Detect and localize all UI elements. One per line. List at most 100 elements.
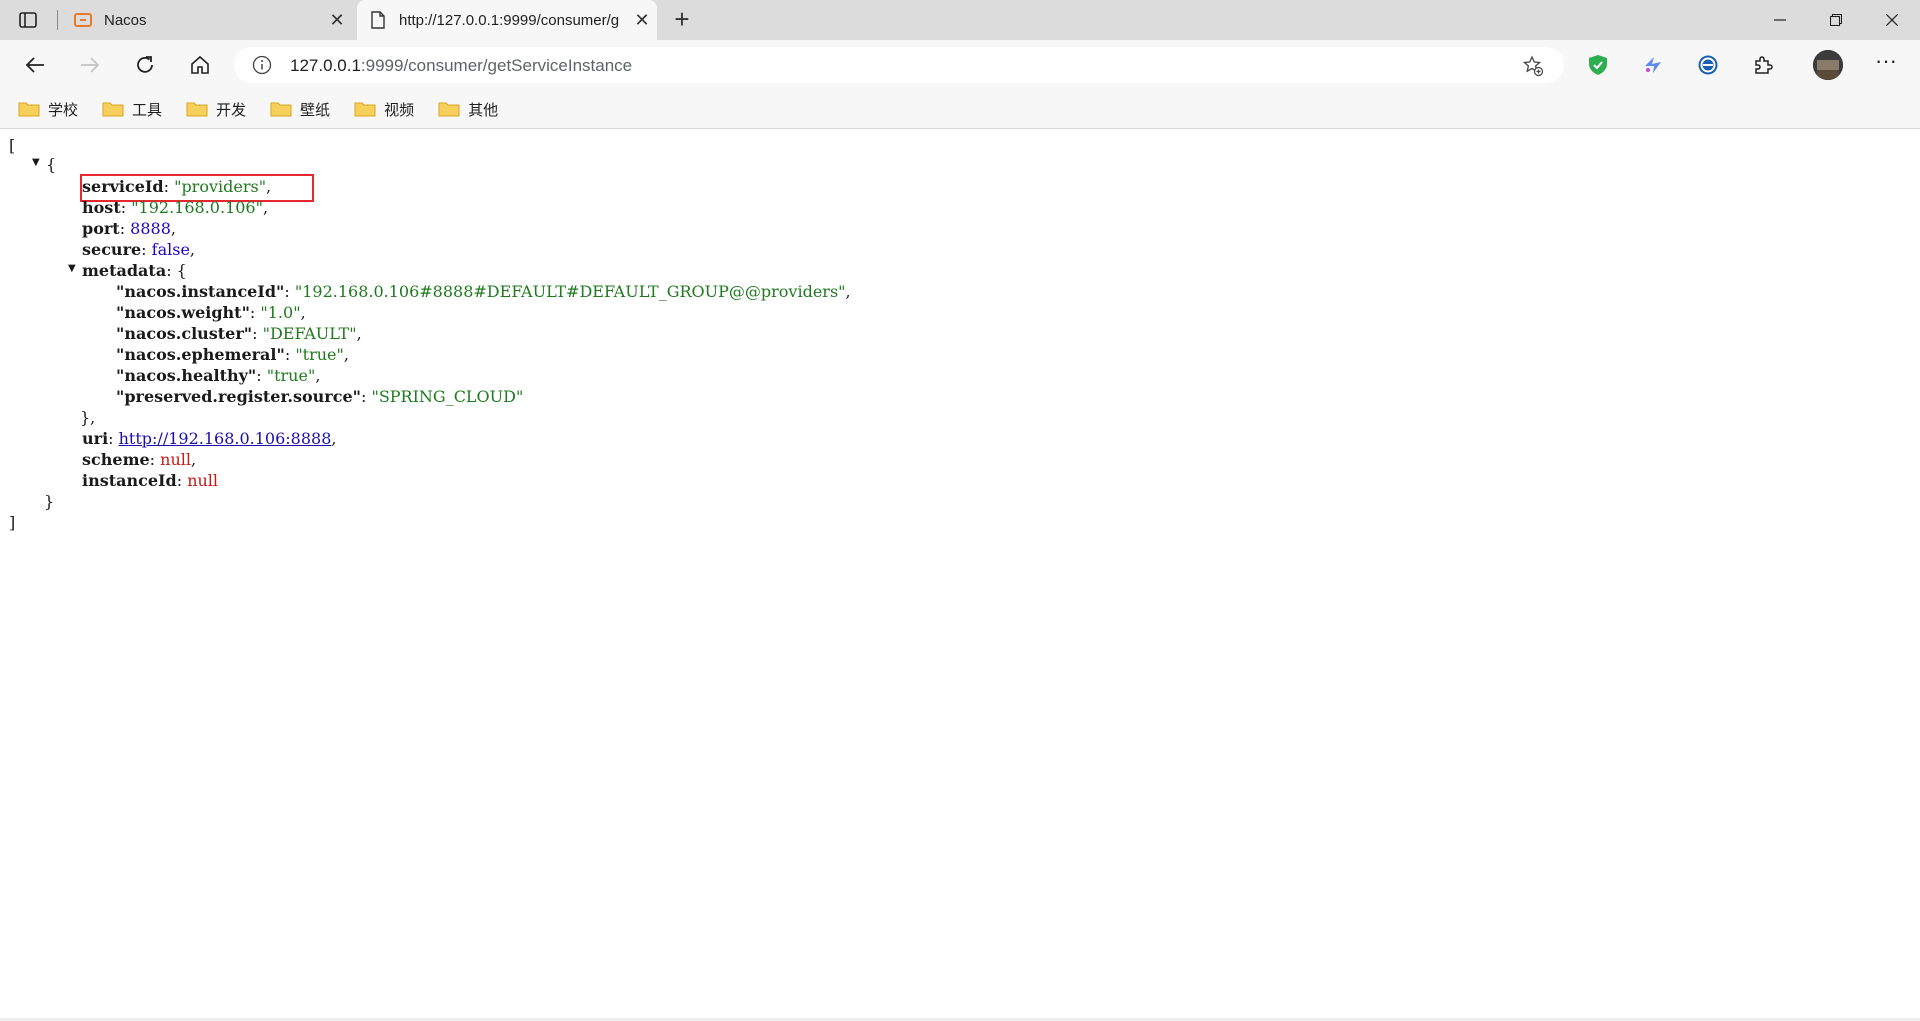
bookmark-folder-school[interactable]: 学校 bbox=[18, 99, 78, 120]
json-row-instanceId: instanceId: null bbox=[82, 471, 219, 490]
tab-nacos[interactable]: Nacos ✕ bbox=[62, 0, 352, 40]
shield-extension-icon[interactable] bbox=[1586, 53, 1610, 77]
collapse-triangle-icon[interactable]: ▼ bbox=[32, 157, 40, 168]
bookmarks-bar: 学校 工具 开发 壁纸 视频 其他 bbox=[0, 90, 1920, 129]
extensions-icon[interactable] bbox=[1751, 53, 1775, 77]
tab-consumer[interactable]: http://127.0.0.1:9999/consumer/g ✕ bbox=[357, 0, 657, 40]
json-string-value: "providers" bbox=[174, 177, 267, 196]
json-row-meta: "nacos.cluster": "DEFAULT", bbox=[116, 324, 362, 343]
json-string-value: "192.168.0.106#8888#DEFAULT#DEFAULT_GROU… bbox=[294, 282, 846, 301]
more-menu-icon[interactable]: ··· bbox=[1872, 50, 1900, 78]
ie-extension-icon[interactable] bbox=[1696, 53, 1720, 77]
json-string-value: "SPRING_CLOUD" bbox=[371, 387, 524, 406]
json-key: port bbox=[82, 219, 120, 238]
info-icon[interactable] bbox=[252, 55, 272, 75]
json-key: "nacos.weight" bbox=[116, 303, 250, 322]
nacos-favicon-icon bbox=[74, 11, 92, 29]
object-open-brace: { bbox=[46, 155, 57, 174]
object-close-brace: } bbox=[44, 492, 55, 511]
json-row-host: host: "192.168.0.106", bbox=[82, 198, 269, 217]
bird-extension-icon[interactable] bbox=[1641, 53, 1665, 77]
toolbar: 127.0.0.1:9999/consumer/getServiceInstan… bbox=[0, 40, 1920, 90]
bookmark-folder-tools[interactable]: 工具 bbox=[102, 99, 162, 120]
json-string-value: "192.168.0.106" bbox=[131, 198, 263, 217]
json-key: serviceId bbox=[82, 177, 164, 196]
metadata-close-brace: }, bbox=[80, 408, 96, 427]
close-icon[interactable]: ✕ bbox=[627, 10, 657, 31]
url-host: 127.0.0.1 bbox=[290, 56, 361, 75]
json-row-uri: uri: http://192.168.0.106:8888, bbox=[82, 429, 337, 448]
array-open-bracket: [ bbox=[9, 136, 16, 155]
bookmark-label: 工具 bbox=[132, 101, 163, 119]
json-viewer: [ ▼ { serviceId: "providers", host: "192… bbox=[0, 129, 1920, 1021]
bookmark-label: 开发 bbox=[216, 101, 247, 119]
json-row-meta: "nacos.instanceId": "192.168.0.106#8888#… bbox=[116, 282, 851, 301]
json-string-value: "true" bbox=[266, 366, 316, 385]
forward-icon[interactable] bbox=[77, 52, 103, 78]
avatar[interactable] bbox=[1813, 50, 1843, 80]
restore-icon[interactable] bbox=[1808, 0, 1864, 40]
uri-link[interactable]: http://192.168.0.106:8888 bbox=[119, 429, 332, 448]
url-text[interactable]: 127.0.0.1:9999/consumer/getServiceInstan… bbox=[290, 56, 632, 76]
url-path: :9999/consumer/getServiceInstance bbox=[360, 56, 633, 75]
tab-strip: Nacos ✕ http://127.0.0.1:9999/consumer/g… bbox=[0, 0, 1920, 40]
bookmark-folder-other[interactable]: 其他 bbox=[438, 99, 498, 120]
json-row-serviceId: serviceId: "providers", bbox=[82, 177, 272, 196]
folder-icon bbox=[438, 102, 460, 117]
home-icon[interactable] bbox=[187, 52, 213, 78]
page-icon bbox=[369, 11, 387, 29]
add-favorite-icon[interactable] bbox=[1522, 55, 1544, 77]
folder-icon bbox=[102, 102, 124, 117]
tab-actions-icon[interactable] bbox=[18, 10, 38, 30]
json-row-meta: "preserved.register.source": "SPRING_CLO… bbox=[116, 387, 524, 406]
tab-title: Nacos bbox=[104, 11, 147, 29]
new-tab-icon[interactable]: + bbox=[668, 6, 696, 34]
folder-icon bbox=[354, 102, 376, 117]
json-key: secure bbox=[82, 240, 142, 259]
minimize-icon[interactable] bbox=[1752, 0, 1808, 40]
json-string-value: "DEFAULT" bbox=[262, 324, 357, 343]
folder-icon bbox=[18, 102, 40, 117]
json-row-secure: secure: false, bbox=[82, 240, 196, 259]
window-close-icon[interactable] bbox=[1864, 0, 1920, 40]
json-string-value: "1.0" bbox=[260, 303, 301, 322]
json-row-meta: "nacos.healthy": "true", bbox=[116, 366, 321, 385]
close-icon[interactable]: ✕ bbox=[322, 10, 352, 31]
json-null-value: null bbox=[160, 450, 191, 469]
json-row-meta: "nacos.ephemeral": "true", bbox=[116, 345, 349, 364]
folder-icon bbox=[186, 102, 208, 117]
json-row-port: port: 8888, bbox=[82, 219, 176, 238]
bookmark-folder-video[interactable]: 视频 bbox=[354, 99, 414, 120]
json-key: "nacos.healthy" bbox=[116, 366, 257, 385]
json-boolean-value: false bbox=[151, 240, 190, 259]
json-key: metadata bbox=[82, 261, 167, 280]
refresh-icon[interactable] bbox=[132, 52, 158, 78]
json-row-scheme: scheme: null, bbox=[82, 450, 197, 469]
json-key: "preserved.register.source" bbox=[116, 387, 361, 406]
json-string-value: "true" bbox=[295, 345, 344, 364]
address-bar[interactable]: 127.0.0.1:9999/consumer/getServiceInstan… bbox=[234, 47, 1564, 83]
array-close-bracket: ] bbox=[9, 513, 16, 532]
json-number-value: 8888 bbox=[130, 219, 171, 238]
bookmark-label: 学校 bbox=[48, 101, 79, 119]
collapse-triangle-icon[interactable]: ▼ bbox=[68, 263, 76, 274]
tab-divider bbox=[57, 10, 58, 30]
json-key: host bbox=[82, 198, 121, 217]
json-key: scheme bbox=[82, 450, 150, 469]
json-key: "nacos.ephemeral" bbox=[116, 345, 285, 364]
json-null-value: null bbox=[187, 471, 219, 490]
json-row-metadata: metadata: { bbox=[82, 261, 187, 280]
bookmark-folder-wallpaper[interactable]: 壁纸 bbox=[270, 99, 330, 120]
back-icon[interactable] bbox=[22, 52, 48, 78]
json-key: instanceId bbox=[82, 471, 177, 490]
bookmark-label: 视频 bbox=[384, 101, 415, 119]
bookmark-label: 壁纸 bbox=[300, 101, 331, 119]
folder-icon bbox=[270, 102, 292, 117]
bookmark-label: 其他 bbox=[468, 101, 499, 119]
json-key: "nacos.instanceId" bbox=[116, 282, 285, 301]
bookmark-folder-dev[interactable]: 开发 bbox=[186, 99, 246, 120]
json-row-meta: "nacos.weight": "1.0", bbox=[116, 303, 306, 322]
json-key: "nacos.cluster" bbox=[116, 324, 253, 343]
json-key: uri bbox=[82, 429, 109, 448]
tab-title: http://127.0.0.1:9999/consumer/g bbox=[399, 11, 620, 29]
